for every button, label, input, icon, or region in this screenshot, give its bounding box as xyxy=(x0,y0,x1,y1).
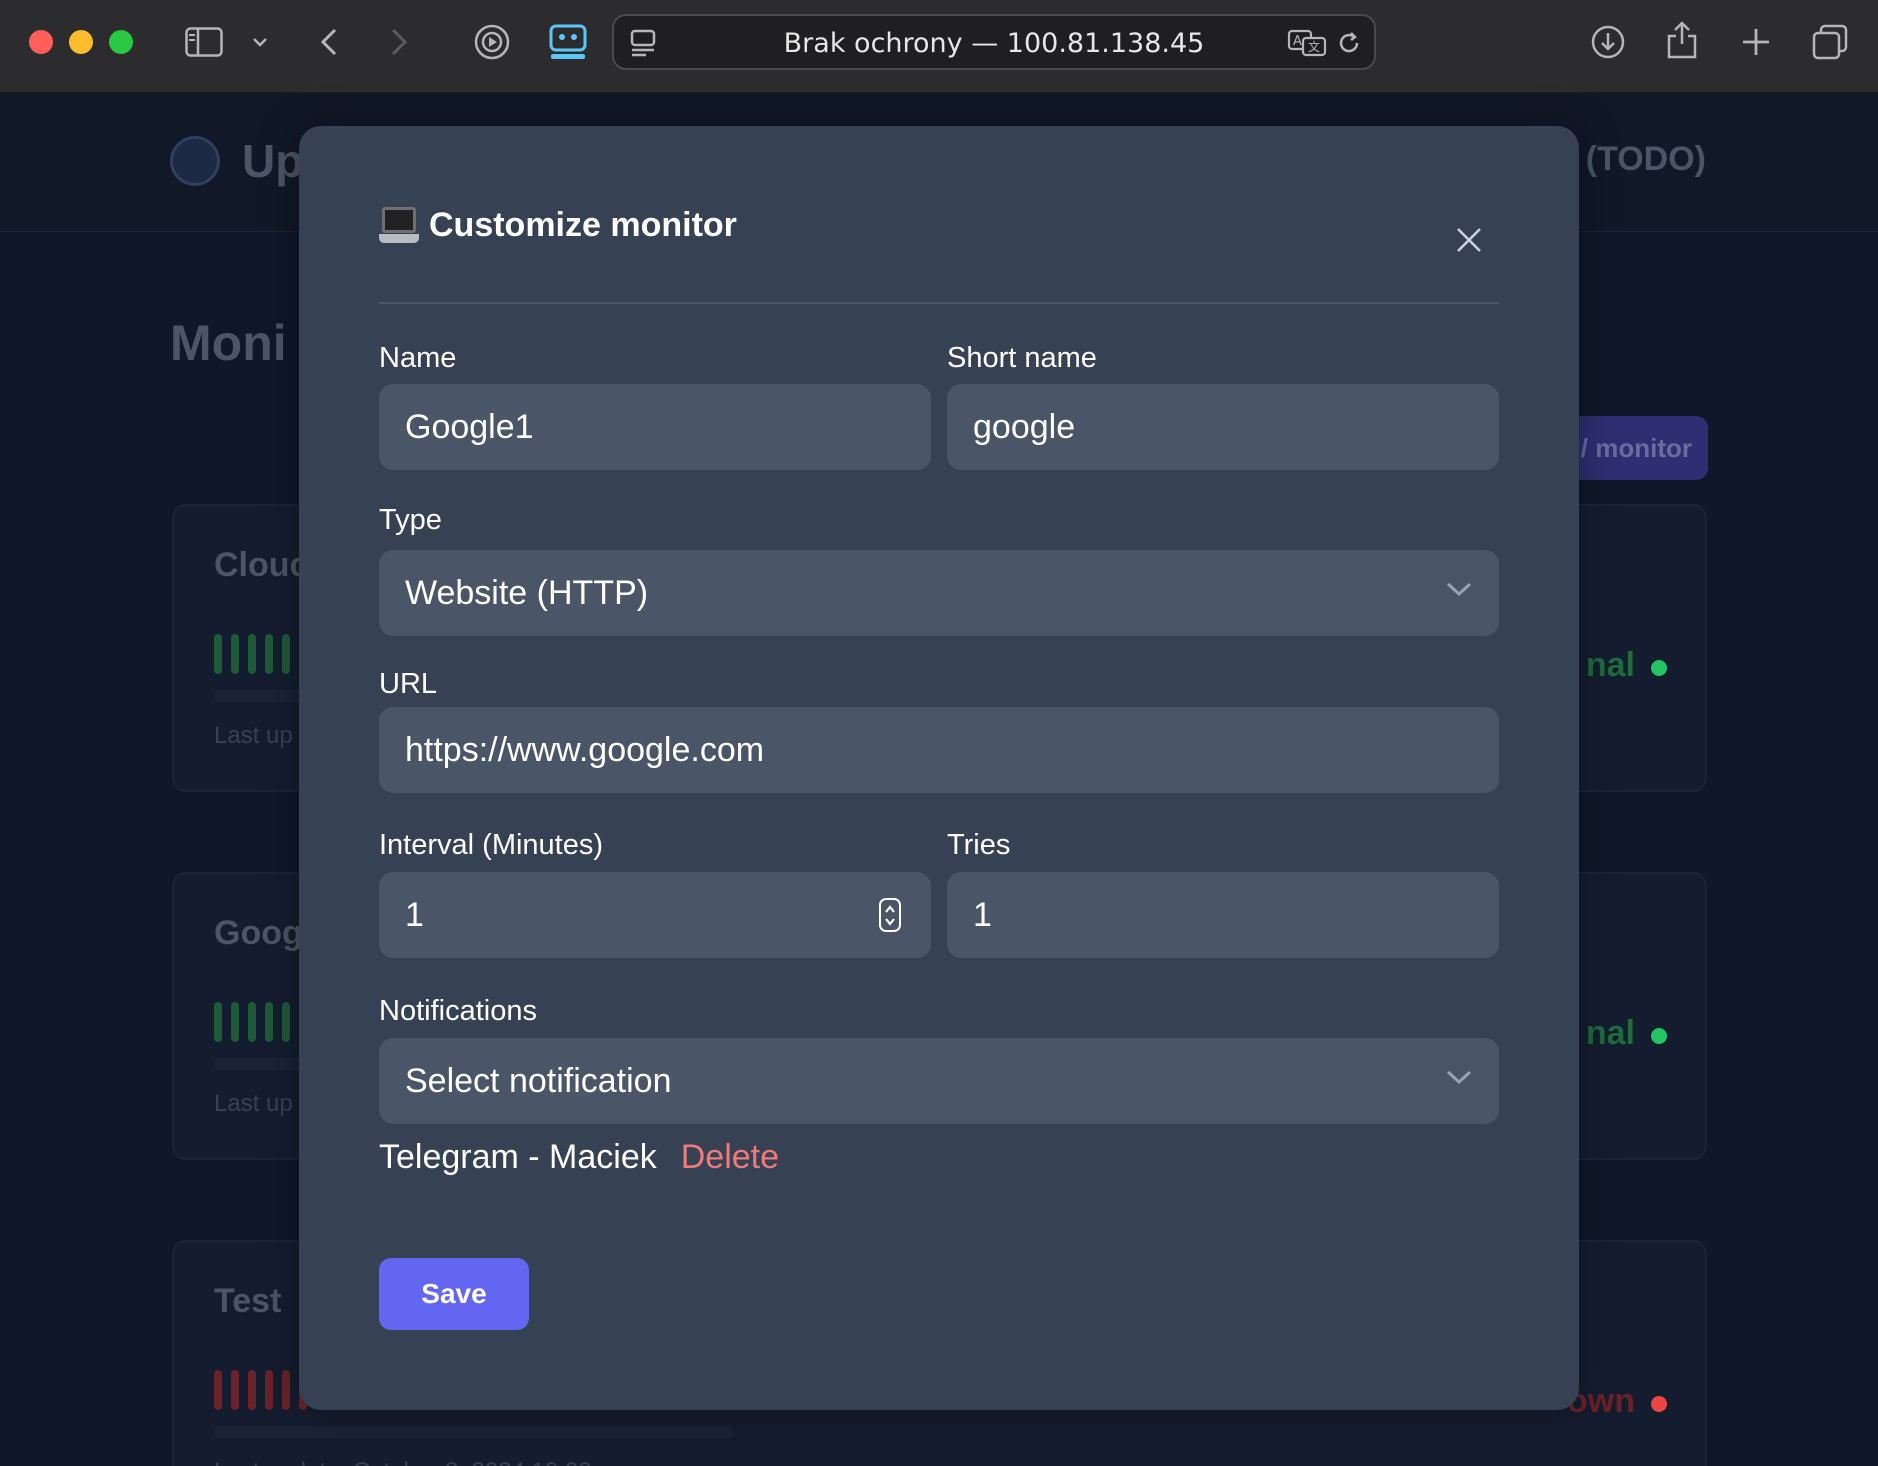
forward-icon[interactable] xyxy=(384,24,414,60)
close-button[interactable] xyxy=(1449,220,1489,260)
short-name-label: Short name xyxy=(947,342,1097,374)
uptime-track xyxy=(214,1426,734,1438)
interval-label: Interval (Minutes) xyxy=(379,829,604,861)
last-updated: Last up xyxy=(214,722,293,749)
status-dot xyxy=(1651,1396,1667,1412)
share-icon[interactable] xyxy=(1664,18,1700,62)
monitor-card-title: Goog xyxy=(214,914,303,952)
number-stepper-icon[interactable] xyxy=(879,898,901,932)
svg-text:文: 文 xyxy=(1308,39,1320,54)
interval-input[interactable] xyxy=(405,895,931,935)
chevron-down-icon xyxy=(1446,1070,1472,1085)
notification-placeholder: Select notification xyxy=(405,1061,672,1100)
minimize-window-button[interactable] xyxy=(69,30,93,54)
tries-input[interactable] xyxy=(973,895,1499,935)
svg-text:A: A xyxy=(1293,34,1302,49)
page-title: Moni xyxy=(170,315,287,371)
zoom-window-button[interactable] xyxy=(109,30,133,54)
extension-icon[interactable] xyxy=(546,22,590,62)
chevron-down-icon[interactable] xyxy=(248,30,272,54)
status-text: nal xyxy=(1585,1014,1635,1052)
name-field[interactable] xyxy=(379,384,931,470)
chevron-down-icon xyxy=(1446,582,1472,597)
translate-icon[interactable]: A文 xyxy=(1286,28,1328,58)
url-input[interactable] xyxy=(405,730,1499,770)
name-input[interactable] xyxy=(405,407,931,447)
notifications-label: Notifications xyxy=(379,995,537,1027)
status-dot xyxy=(1651,660,1667,676)
reload-icon[interactable] xyxy=(1334,28,1364,58)
brand-name: Up xyxy=(242,135,304,187)
close-icon xyxy=(1457,228,1481,252)
laptop-icon xyxy=(379,206,419,245)
notification-name: Telegram - Maciek xyxy=(379,1138,657,1176)
status-text: nal xyxy=(1585,646,1635,684)
play-circle-icon[interactable] xyxy=(472,22,512,62)
tries-field[interactable] xyxy=(947,872,1499,958)
status-dot xyxy=(1651,1028,1667,1044)
delete-notification-link[interactable]: Delete xyxy=(681,1138,779,1177)
monitor-card-title: Test xyxy=(214,1282,282,1320)
nav-link[interactable]: s (TODO) xyxy=(1557,140,1706,179)
logo xyxy=(170,136,220,186)
tab-overview-icon[interactable] xyxy=(1810,22,1850,62)
address-text: Brak ochrony — 100.81.138.45 xyxy=(783,28,1205,59)
type-label: Type xyxy=(379,504,442,536)
last-updated: Last up xyxy=(214,1090,293,1117)
divider xyxy=(379,302,1499,304)
address-bar[interactable]: Brak ochrony — 100.81.138.45 A文 xyxy=(612,14,1376,70)
short-name-input[interactable] xyxy=(973,407,1499,447)
uptime-bars xyxy=(214,634,307,674)
type-selected-value: Website (HTTP) xyxy=(405,573,649,612)
name-label: Name xyxy=(379,342,457,374)
url-label: URL xyxy=(379,668,438,700)
new-tab-icon[interactable] xyxy=(1738,24,1774,60)
tries-label: Tries xyxy=(947,829,1011,861)
monitor-card-title: Clouc xyxy=(214,546,309,584)
selected-notification: Telegram - Maciek Delete xyxy=(379,1138,779,1177)
browser-toolbar: Brak ochrony — 100.81.138.45 A文 xyxy=(0,0,1878,94)
short-name-field[interactable] xyxy=(947,384,1499,470)
interval-field[interactable] xyxy=(379,872,931,958)
back-icon[interactable] xyxy=(314,24,344,60)
url-field[interactable] xyxy=(379,707,1499,793)
dialog-title-text: Customize monitor xyxy=(429,206,737,244)
customize-monitor-dialog: Customize monitor Name Short name Type W… xyxy=(299,126,1579,1410)
uptime-bars xyxy=(214,1002,307,1042)
type-select[interactable]: Website (HTTP) xyxy=(379,550,1499,636)
uptime-bars xyxy=(214,1370,307,1410)
last-updated: Last update: October 8, 2024 10:00 xyxy=(214,1458,592,1466)
dialog-title: Customize monitor xyxy=(379,206,737,245)
sidebar-toggle-icon[interactable] xyxy=(184,24,224,60)
notification-select[interactable]: Select notification xyxy=(379,1038,1499,1124)
download-icon[interactable] xyxy=(1588,22,1628,62)
close-window-button[interactable] xyxy=(29,30,53,54)
save-button[interactable]: Save xyxy=(379,1258,529,1330)
